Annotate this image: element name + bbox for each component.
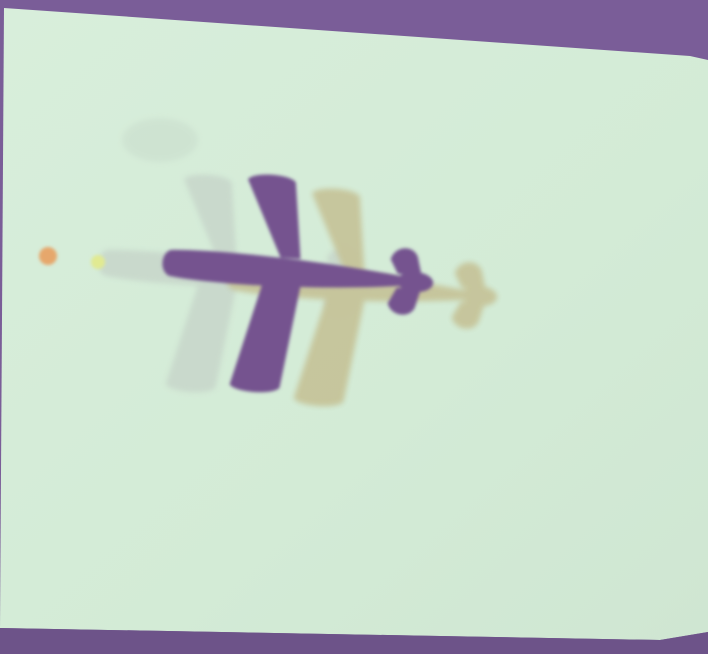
yellow-dot-icon: [91, 255, 105, 269]
orange-dot-icon: [39, 247, 57, 265]
projection-canvas: [0, 8, 708, 654]
photo-of-projected-screen: [0, 0, 708, 654]
faint-smudge: [122, 118, 198, 162]
